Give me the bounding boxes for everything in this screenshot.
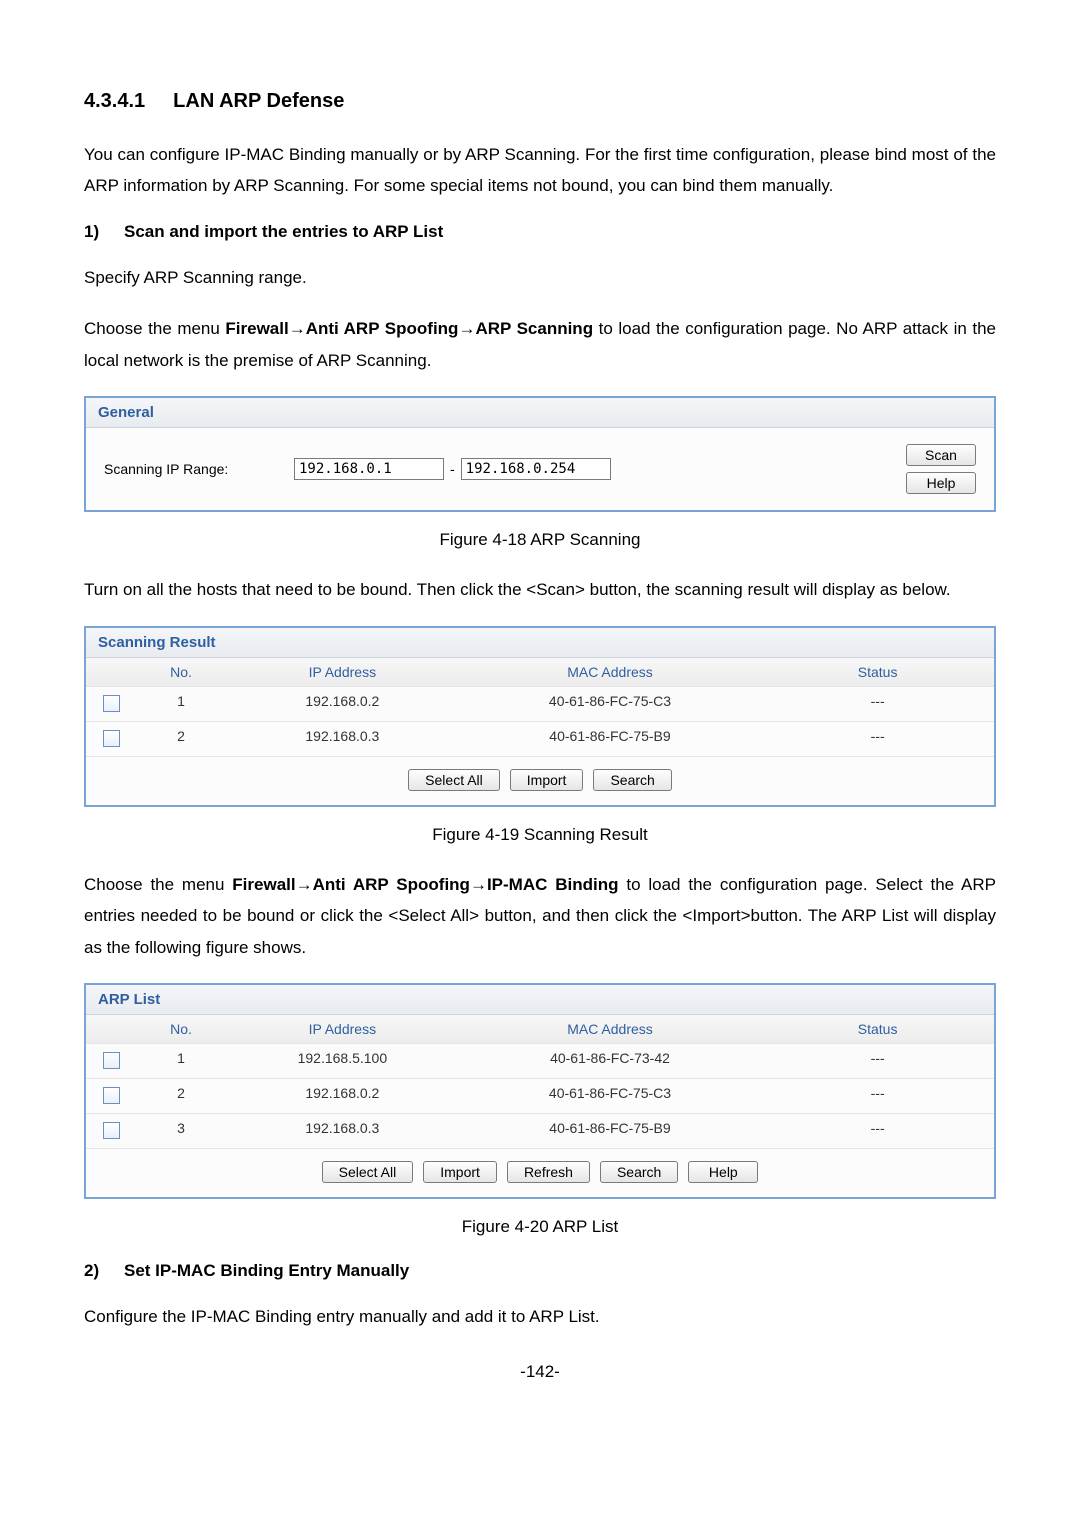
arp-list-title: ARP List [86,985,994,1015]
section-number: 4.3.4.1 [84,90,145,112]
figure-4-19-caption: Figure 4-19 Scanning Result [84,825,996,845]
cell-status: --- [761,1044,994,1078]
scanning-result-title: Scanning Result [86,628,994,658]
col-status: Status [761,658,994,686]
cell-no: 2 [136,1079,226,1113]
section-heading: 4.3.4.1 LAN ARP Defense [84,90,996,113]
arp-table-header: No. IP Address MAC Address Status [86,1015,994,1043]
search-button[interactable]: Search [593,769,671,791]
choose-scanning-paragraph: Choose the menu Firewall→Anti ARP Spoofi… [84,313,996,376]
nav-anti-arp: Anti ARP Spoofing [313,875,470,894]
checkbox[interactable] [103,1087,120,1104]
cell-ip: 192.168.0.2 [226,1079,459,1113]
col-no: No. [136,658,226,686]
figure-4-20-caption: Figure 4-20 ARP List [84,1217,996,1237]
ip-range-from-input[interactable] [294,458,444,480]
table-row: 3 192.168.0.3 40-61-86-FC-75-B9 --- [86,1113,994,1148]
cell-mac: 40-61-86-FC-75-B9 [459,722,762,756]
arp-list-panel: ARP List No. IP Address MAC Address Stat… [84,983,996,1199]
specify-range-text: Specify ARP Scanning range. [84,262,996,293]
table-row: 2 192.168.0.3 40-61-86-FC-75-B9 --- [86,721,994,756]
general-panel-title: General [86,398,994,428]
import-button[interactable]: Import [510,769,584,791]
step-2-number: 2) [84,1261,124,1281]
select-all-button[interactable]: Select All [408,769,500,791]
cell-no: 1 [136,687,226,721]
arrow-icon: → [296,875,313,894]
table-row: 2 192.168.0.2 40-61-86-FC-75-C3 --- [86,1078,994,1113]
col-mac: MAC Address [459,1015,762,1043]
step-1-heading: 1)Scan and import the entries to ARP Lis… [84,222,996,242]
cell-status: --- [761,687,994,721]
search-button[interactable]: Search [600,1161,678,1183]
cell-status: --- [761,722,994,756]
col-mac: MAC Address [459,658,762,686]
configure-manual-paragraph: Configure the IP-MAC Binding entry manua… [84,1301,996,1332]
step-2-heading: 2)Set IP-MAC Binding Entry Manually [84,1261,996,1281]
step-1-number: 1) [84,222,124,242]
step-2-title: Set IP-MAC Binding Entry Manually [124,1261,409,1280]
nav-arp-scanning: ARP Scanning [475,319,593,338]
cell-no: 3 [136,1114,226,1148]
text-span: Choose the menu [84,319,225,338]
ip-range-to-input[interactable] [461,458,611,480]
step-1-title: Scan and import the entries to ARP List [124,222,443,241]
refresh-button[interactable]: Refresh [507,1161,590,1183]
scanning-ip-range-label: Scanning IP Range: [104,461,294,477]
figure-4-18-caption: Figure 4-18 ARP Scanning [84,530,996,550]
col-ip: IP Address [226,658,459,686]
cell-ip: 192.168.5.100 [226,1044,459,1078]
nav-firewall: Firewall [232,875,295,894]
cell-ip: 192.168.0.3 [226,1114,459,1148]
col-no: No. [136,1015,226,1043]
col-status: Status [761,1015,994,1043]
import-button[interactable]: Import [423,1161,497,1183]
cell-mac: 40-61-86-FC-75-C3 [459,1079,762,1113]
nav-anti-arp: Anti ARP Spoofing [306,319,459,338]
select-all-button[interactable]: Select All [322,1161,414,1183]
ip-range-dash: - [450,461,455,477]
arrow-icon: → [470,875,487,894]
table-row: 1 192.168.0.2 40-61-86-FC-75-C3 --- [86,686,994,721]
help-button[interactable]: Help [906,472,976,494]
cell-status: --- [761,1114,994,1148]
cell-mac: 40-61-86-FC-75-B9 [459,1114,762,1148]
checkbox[interactable] [103,730,120,747]
nav-firewall: Firewall [225,319,288,338]
text-span: Choose the menu [84,875,232,894]
nav-ipmac-binding: IP-MAC Binding [487,875,619,894]
result-table-header: No. IP Address MAC Address Status [86,658,994,686]
cell-mac: 40-61-86-FC-73-42 [459,1044,762,1078]
checkbox[interactable] [103,695,120,712]
section-title: LAN ARP Defense [173,90,344,112]
cell-no: 2 [136,722,226,756]
col-ip: IP Address [226,1015,459,1043]
cell-no: 1 [136,1044,226,1078]
arrow-icon: → [289,319,306,338]
cell-mac: 40-61-86-FC-75-C3 [459,687,762,721]
cell-ip: 192.168.0.3 [226,722,459,756]
intro-paragraph: You can configure IP-MAC Binding manuall… [84,139,996,202]
help-button[interactable]: Help [688,1161,758,1183]
scanning-result-panel: Scanning Result No. IP Address MAC Addre… [84,626,996,807]
general-panel: General Scanning IP Range: - Scan Help [84,396,996,512]
choose-binding-paragraph: Choose the menu Firewall→Anti ARP Spoofi… [84,869,996,963]
checkbox[interactable] [103,1122,120,1139]
table-row: 1 192.168.5.100 40-61-86-FC-73-42 --- [86,1043,994,1078]
checkbox[interactable] [103,1052,120,1069]
turn-on-hosts-paragraph: Turn on all the hosts that need to be bo… [84,574,996,605]
cell-ip: 192.168.0.2 [226,687,459,721]
scan-button[interactable]: Scan [906,444,976,466]
cell-status: --- [761,1079,994,1113]
page-number: -142- [84,1362,996,1382]
arrow-icon: → [458,319,475,338]
